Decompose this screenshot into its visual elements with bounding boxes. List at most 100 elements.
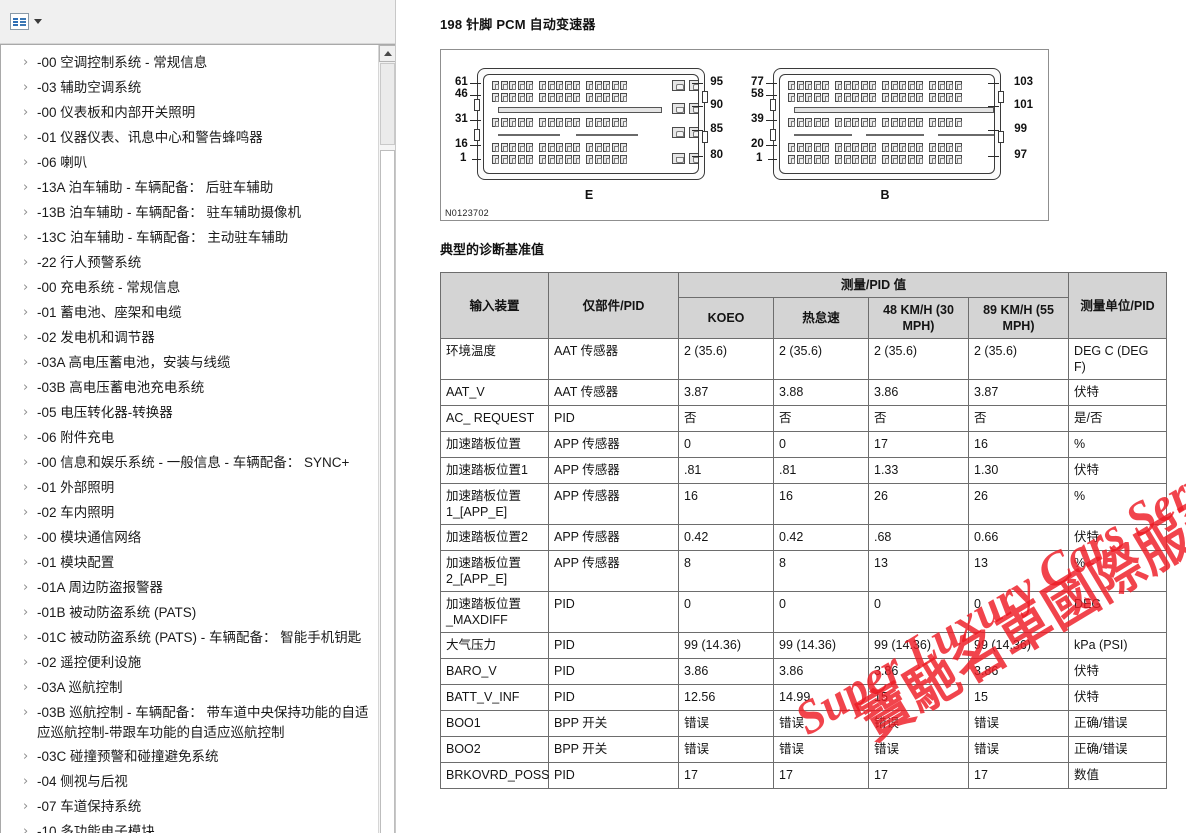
table-cell-12-2: 错误 xyxy=(678,710,774,737)
sidebar-item-19[interactable]: › -00 模块通信网络 xyxy=(1,526,378,551)
table-cell-11-6: 伏特 xyxy=(1068,684,1168,711)
sidebar-item-8[interactable]: › -22 行人预警系统 xyxy=(1,251,378,276)
col-header-unit: 测量单位/PID xyxy=(1068,272,1168,339)
tree-container: › -00 空调控制系统 - 常规信息 › -03 辅助空调系统 › -00 仪表板和内部… xyxy=(0,44,395,833)
chevron-right-icon[interactable]: › xyxy=(23,403,37,423)
chevron-right-icon[interactable]: › xyxy=(23,453,37,473)
chevron-right-icon[interactable]: › xyxy=(23,653,37,673)
chevron-right-icon[interactable]: › xyxy=(23,703,37,723)
pin-row-large xyxy=(672,127,698,138)
sidebar-scrollbar[interactable] xyxy=(378,45,395,833)
sidebar-item-5[interactable]: › -13A 泊车辅助 - 车辆配备： 后驻车辅助 xyxy=(1,176,378,201)
sidebar-item-23[interactable]: › -01C 被动防盗系统 (PATS) - 车辆配备： 智能手机钥匙 xyxy=(1,626,378,651)
chevron-right-icon[interactable]: › xyxy=(23,153,37,173)
sidebar-item-2[interactable]: › -00 仪表板和内部开关照明 xyxy=(1,101,378,126)
chevron-right-icon[interactable]: › xyxy=(23,747,37,767)
sidebar-item-27[interactable]: › -03C 碰撞预警和碰撞避免系统 xyxy=(1,745,378,770)
table-cell-11-3: 14.99 xyxy=(773,684,869,711)
connector-pin xyxy=(860,81,868,90)
table-cell-7-1: APP 传感器 xyxy=(548,550,679,592)
chevron-right-icon[interactable]: › xyxy=(23,772,37,792)
sidebar-item-24[interactable]: › -02 遥控便利设施 xyxy=(1,651,378,676)
chevron-right-icon[interactable]: › xyxy=(23,678,37,698)
chevron-right-icon[interactable]: › xyxy=(23,553,37,573)
sidebar-item-25[interactable]: › -03A 巡航控制 xyxy=(1,676,378,701)
chevron-right-icon[interactable]: › xyxy=(23,328,37,348)
chevron-right-icon[interactable]: › xyxy=(23,628,37,648)
table-cell-12-3: 错误 xyxy=(773,710,869,737)
chevron-right-icon[interactable]: › xyxy=(23,353,37,373)
pin-gap xyxy=(582,93,585,102)
scrollbar-lower-track[interactable] xyxy=(380,150,395,833)
sidebar-item-label: -01B 被动防盗系统 (PATS) xyxy=(37,605,197,620)
chevron-right-icon[interactable]: › xyxy=(23,303,37,323)
chevron-right-icon[interactable]: › xyxy=(23,528,37,548)
chevron-right-icon[interactable]: › xyxy=(23,503,37,523)
sidebar-item-11[interactable]: › -02 发电机和调节器 xyxy=(1,326,378,351)
chevron-right-icon[interactable]: › xyxy=(23,378,37,398)
table-cell-12-4: 错误 xyxy=(868,710,969,737)
figure-caption: N0123702 xyxy=(445,208,489,218)
sidebar-item-label: -03B 高电压蓄电池充电系统 xyxy=(37,380,205,395)
scroll-up-arrow-icon[interactable] xyxy=(379,45,395,62)
sidebar-item-22[interactable]: › -01B 被动防盗系统 (PATS) xyxy=(1,601,378,626)
table-row: BRKOVRD_POSS PID 17 17 17 17 数值 xyxy=(440,762,1168,789)
chevron-right-icon[interactable]: › xyxy=(23,478,37,498)
chevron-right-icon[interactable]: › xyxy=(23,178,37,198)
chevron-right-icon[interactable]: › xyxy=(23,253,37,273)
table-cell-2-1: PID xyxy=(548,405,679,432)
chevron-right-icon[interactable]: › xyxy=(23,228,37,248)
sidebar-item-30[interactable]: › -10 多功能电子模块 xyxy=(1,820,378,833)
sidebar-item-26[interactable]: › -03B 巡航控制 - 车辆配备： 带车道中央保持功能的自适应巡航控制-带跟车… xyxy=(1,701,378,745)
table-cell-7-5: 13 xyxy=(967,550,1070,592)
connector-pin xyxy=(954,81,962,90)
chevron-right-icon[interactable]: › xyxy=(23,797,37,817)
sidebar-item-1[interactable]: › -03 辅助空调系统 xyxy=(1,76,378,101)
sidebar-item-28[interactable]: › -04 侧视与后视 xyxy=(1,770,378,795)
chevron-right-icon[interactable]: › xyxy=(23,103,37,123)
sidebar-item-20[interactable]: › -01 模块配置 xyxy=(1,551,378,576)
sidebar-item-7[interactable]: › -13C 泊车辅助 - 车辆配备： 主动驻车辅助 xyxy=(1,226,378,251)
sidebar-item-9[interactable]: › -00 充电系统 - 常规信息 xyxy=(1,276,378,301)
chevron-right-icon[interactable]: › xyxy=(23,278,37,298)
connector-e-inner xyxy=(483,74,699,174)
scrollbar-thumb[interactable] xyxy=(380,63,395,145)
chevron-down-icon[interactable] xyxy=(34,19,42,24)
sidebar-item-18[interactable]: › -02 车内照明 xyxy=(1,501,378,526)
chevron-right-icon[interactable]: › xyxy=(23,203,37,223)
sidebar-item-17[interactable]: › -01 外部照明 xyxy=(1,476,378,501)
connector-pin xyxy=(822,143,829,152)
sidebar-item-14[interactable]: › -05 电压转化器-转换器 xyxy=(1,401,378,426)
navigation-tree[interactable]: › -00 空调控制系统 - 常规信息 › -03 辅助空调系统 › -00 仪表板和内部… xyxy=(1,45,378,833)
sidebar-item-12[interactable]: › -03A 高电压蓄电池，安装与线缆 xyxy=(1,351,378,376)
connector-pin xyxy=(822,81,829,90)
sidebar-item-10[interactable]: › -01 蓄电池、座架和电缆 xyxy=(1,301,378,326)
chevron-right-icon[interactable]: › xyxy=(23,603,37,623)
divider-dash xyxy=(576,134,638,136)
chevron-right-icon[interactable]: › xyxy=(23,428,37,448)
table-cell-14-3: 17 xyxy=(773,762,869,789)
connector-pin xyxy=(946,118,953,127)
table-cell-3-3: 0 xyxy=(773,431,869,458)
chevron-right-icon[interactable]: › xyxy=(23,78,37,98)
sidebar-item-6[interactable]: › -13B 泊车辅助 - 车辆配备： 驻车辅助摄像机 xyxy=(1,201,378,226)
chevron-right-icon[interactable]: › xyxy=(23,822,37,833)
sidebar-item-29[interactable]: › -07 车道保持系统 xyxy=(1,795,378,820)
sidebar-item-13[interactable]: › -03B 高电压蓄电池充电系统 xyxy=(1,376,378,401)
connector-pin-large xyxy=(672,153,685,164)
table-cell-1-0: AAT_V xyxy=(440,379,549,406)
table-cell-1-1: AAT 传感器 xyxy=(548,379,679,406)
table-cell-3-4: 17 xyxy=(868,431,969,458)
chevron-right-icon[interactable]: › xyxy=(23,578,37,598)
sidebar-item-15[interactable]: › -06 附件充电 xyxy=(1,426,378,451)
sidebar-item-16[interactable]: › -00 信息和娱乐系统 - 一般信息 - 车辆配备： SYNC+ xyxy=(1,451,378,476)
chevron-right-icon[interactable]: › xyxy=(23,128,37,148)
connector-pin xyxy=(492,155,499,164)
list-view-button[interactable] xyxy=(7,10,45,33)
sidebar-item-4[interactable]: › -06 喇叭 xyxy=(1,151,378,176)
pin-row xyxy=(788,118,962,127)
chevron-right-icon[interactable]: › xyxy=(23,53,37,73)
sidebar-item-0[interactable]: › -00 空调控制系统 - 常规信息 xyxy=(1,51,378,76)
sidebar-item-21[interactable]: › -01A 周边防盗报警器 xyxy=(1,576,378,601)
sidebar-item-3[interactable]: › -01 仪器仪表、讯息中心和警告蜂鸣器 xyxy=(1,126,378,151)
